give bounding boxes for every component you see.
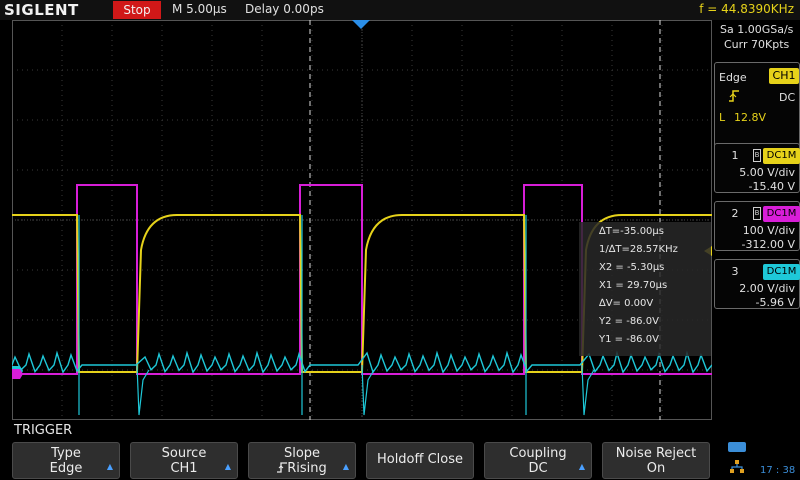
delay-readout[interactable]: Delay 0.00ps	[245, 2, 324, 16]
channel-3-offset: -5.96 V	[755, 296, 795, 309]
cursor-y2: Y2 = -86.0V	[599, 316, 659, 327]
right-info-panel: Sa 1.00GSa/s Curr 70Kpts Edge CH1 DC L 1…	[712, 20, 800, 430]
trigger-info-box[interactable]: Edge CH1 DC L 12.8V	[714, 62, 800, 150]
channel-1-info[interactable]: 1 B DC1M 5.00 V/div -15.40 V	[714, 143, 800, 193]
up-arrow-icon: ▲	[342, 462, 349, 471]
cursor-delta-t: ∆T=-35.00µs	[599, 226, 664, 237]
channel-1-offset: -15.40 V	[748, 180, 795, 193]
softkey-holdoff-label: Holdoff Close	[376, 452, 464, 467]
channel-3-number: 3	[731, 265, 739, 278]
softkey-source-label: Source	[161, 446, 207, 461]
waveform-canvas[interactable]	[12, 20, 712, 420]
up-arrow-icon: ▲	[578, 462, 585, 471]
channel-2-offset: -312.00 V	[741, 238, 795, 251]
network-icon	[730, 460, 744, 473]
cursor-inverse-delta-t: 1/∆T=28.57KHz	[599, 244, 678, 255]
channel-1-coupling: DC1M	[763, 148, 800, 164]
brand-logo: SIGLENT	[4, 1, 79, 19]
cursor-y1: Y1 = -86.0V	[599, 334, 659, 345]
cursor-x2: X2 = -5.30µs	[599, 262, 665, 273]
channel-3-info[interactable]: 3 DC1M 2.00 V/div -5.96 V	[714, 259, 800, 309]
frequency-counter: f = 44.8390KHz	[699, 2, 794, 16]
sample-rate: Sa 1.00GSa/s	[720, 23, 794, 36]
memory-depth: Curr 70Kpts	[724, 38, 790, 51]
softkey-noise-reject-label: Noise Reject	[615, 446, 697, 461]
run-stop-indicator[interactable]: Stop	[113, 1, 161, 19]
trigger-level-label: L	[719, 111, 726, 124]
softkey-slope-label: Slope	[283, 446, 321, 461]
softkey-coupling[interactable]: Coupling DC ▲	[484, 442, 592, 479]
up-arrow-icon: ▲	[224, 462, 231, 471]
channel-1-scale: 5.00 V/div	[739, 166, 795, 179]
trigger-level: 12.8V	[734, 111, 767, 124]
usb-icon	[728, 442, 746, 452]
trigger-source-badge: CH1	[769, 68, 799, 84]
softkey-coupling-label: Coupling	[509, 446, 567, 461]
softkey-noise-reject[interactable]: Noise Reject On	[602, 442, 710, 479]
channel-2-scale: 100 V/div	[742, 224, 795, 237]
menu-title: TRIGGER	[14, 423, 73, 438]
up-arrow-icon: ▲	[106, 462, 113, 471]
cursor-readout-panel: ∆T=-35.00µs 1/∆T=28.57KHz X2 = -5.30µs X…	[579, 222, 711, 356]
rising-edge-icon	[277, 462, 288, 473]
softkey-type-value: Edge	[49, 461, 83, 476]
softkey-slope-value: Rising	[287, 461, 327, 476]
softkey-coupling-value: DC	[528, 461, 548, 476]
softkey-slope[interactable]: Slope Rising ▲	[248, 442, 356, 479]
softkey-bar: Type Edge ▲ Source CH1 ▲ Slope Rising ▲ …	[0, 440, 800, 480]
trigger-type: Edge	[719, 71, 747, 84]
softkey-type[interactable]: Type Edge ▲	[12, 442, 120, 479]
softkey-source-value: CH1	[170, 461, 198, 476]
channel-2-coupling: DC1M	[763, 206, 800, 222]
cursor-delta-v: ∆V= 0.00V	[599, 298, 654, 309]
softkey-source[interactable]: Source CH1 ▲	[130, 442, 238, 479]
softkey-type-label: Type	[51, 446, 81, 461]
top-status-bar: SIGLENT Stop M 5.00µs Delay 0.00ps f = 4…	[0, 0, 800, 20]
channel-3-coupling: DC1M	[763, 264, 800, 280]
probe-icon: B	[753, 207, 761, 220]
trigger-coupling: DC	[779, 91, 796, 104]
channel-2-info[interactable]: 2 B DC1M 100 V/div -312.00 V	[714, 201, 800, 251]
channel-1-number: 1	[731, 149, 739, 162]
timebase-readout[interactable]: M 5.00µs	[172, 2, 227, 16]
system-clock: 17 : 38	[760, 465, 796, 476]
waveform-display[interactable]	[12, 20, 712, 420]
channel-3-scale: 2.00 V/div	[739, 282, 795, 295]
probe-icon: B	[753, 149, 761, 162]
softkey-noise-reject-value: On	[646, 461, 666, 476]
rising-edge-icon	[728, 89, 740, 106]
cursor-x1: X1 = 29.70µs	[599, 280, 668, 291]
softkey-holdoff[interactable]: Holdoff Close	[366, 442, 474, 479]
channel-2-number: 2	[731, 207, 739, 220]
